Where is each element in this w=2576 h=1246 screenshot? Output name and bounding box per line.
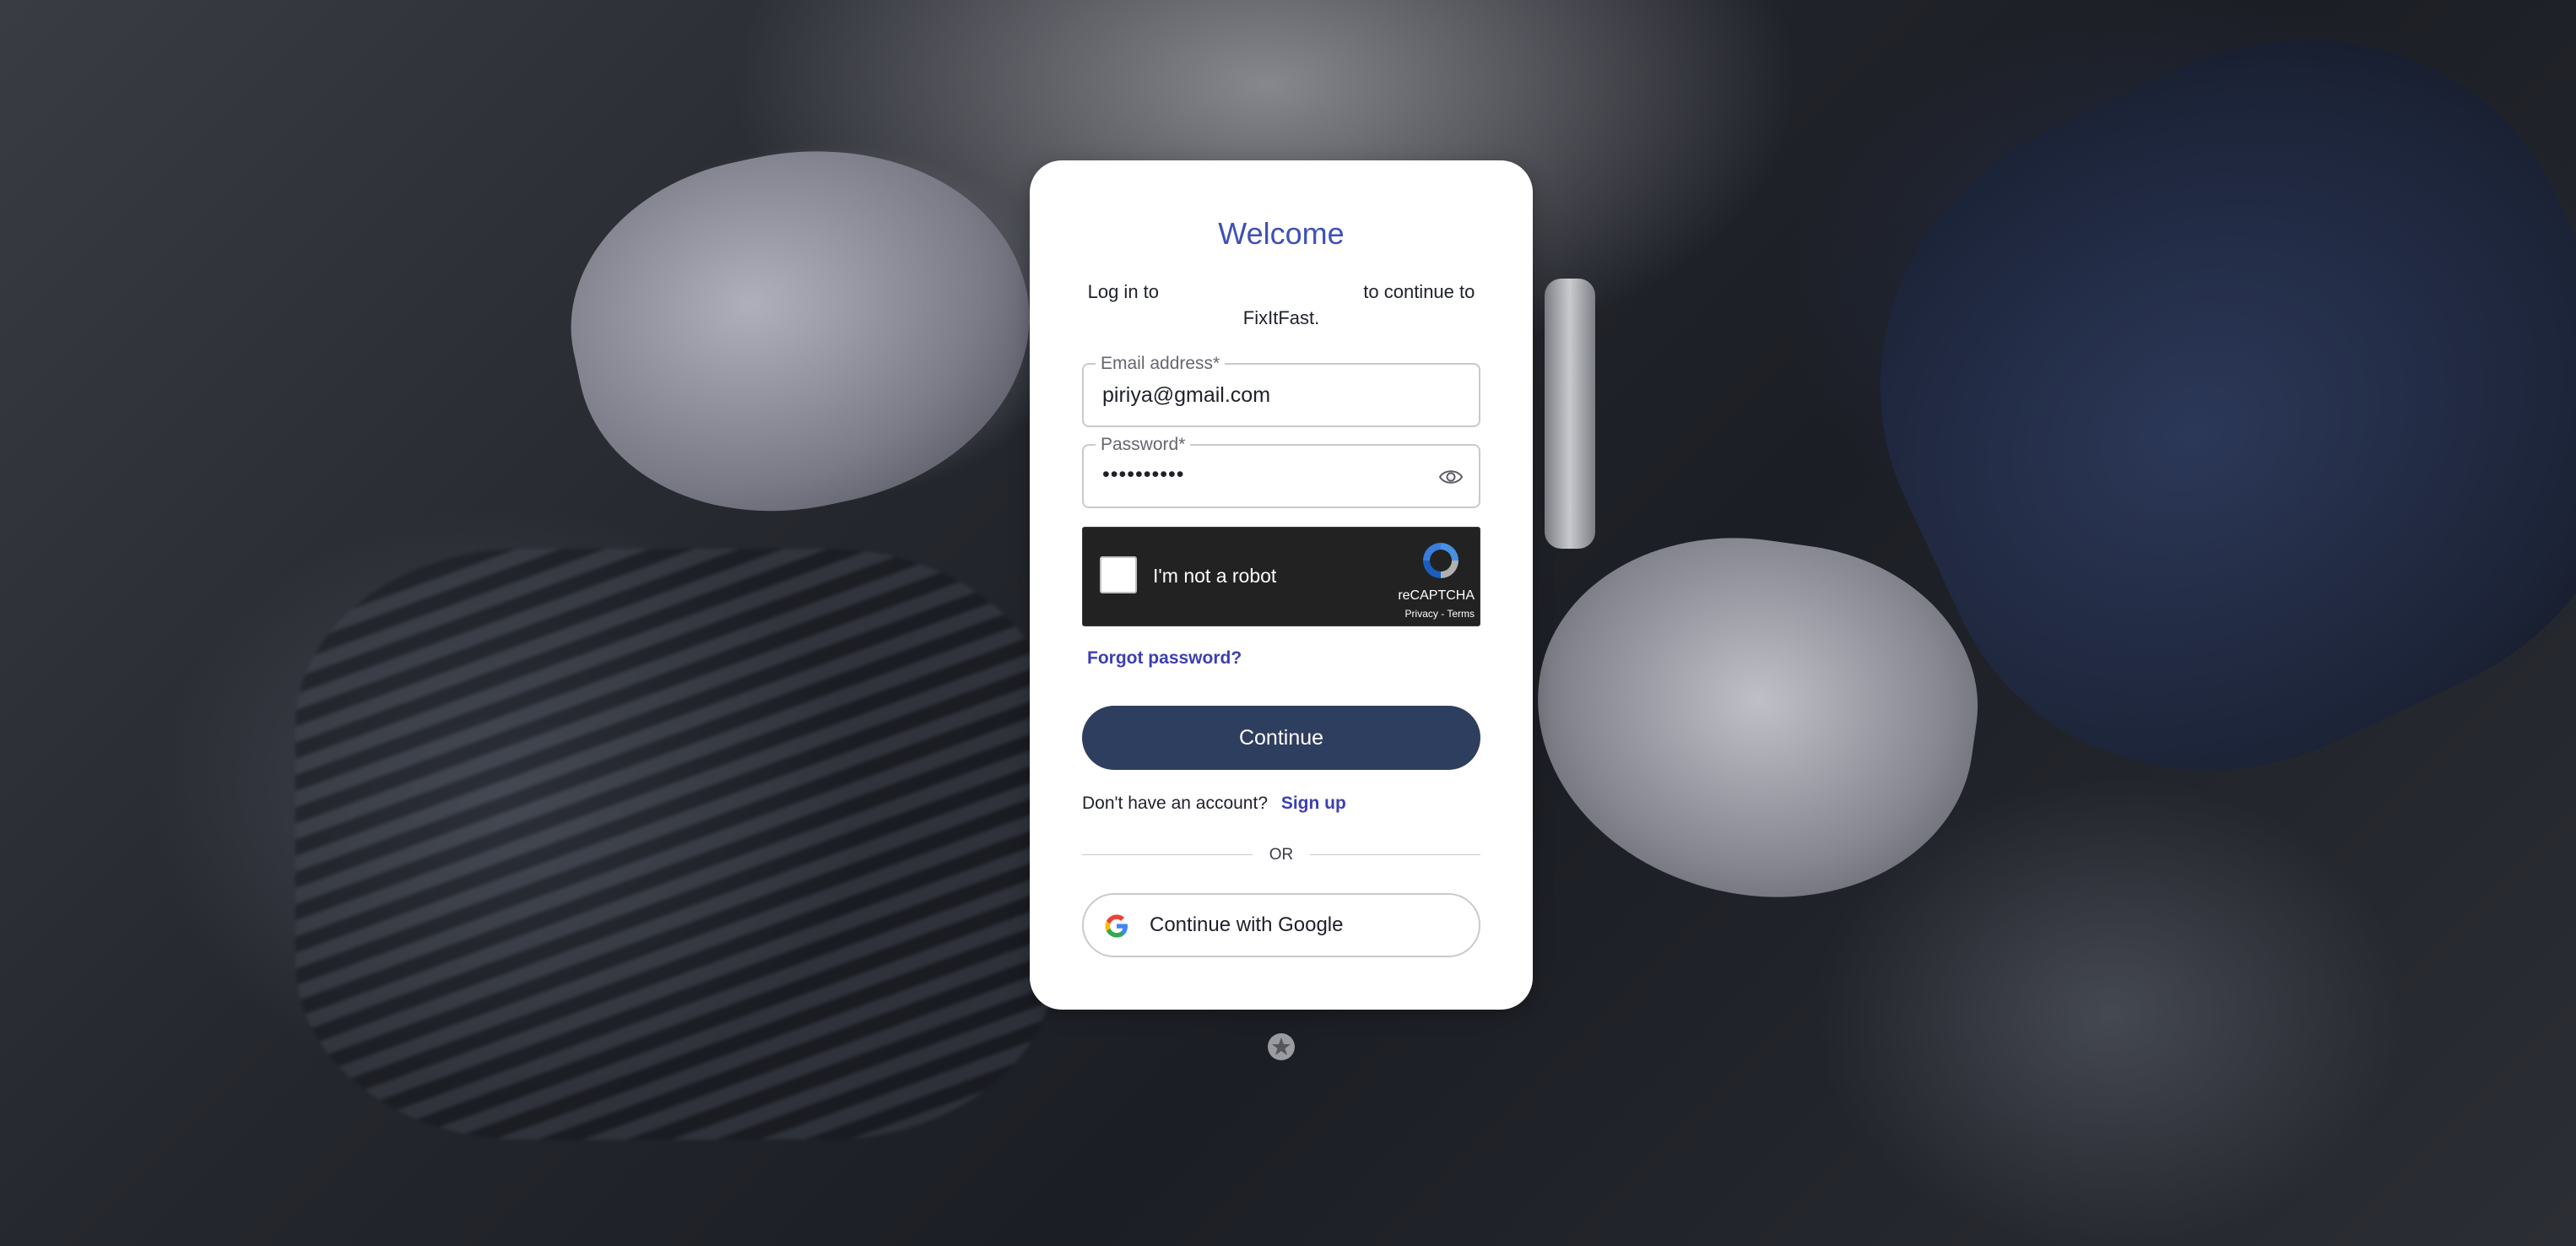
or-divider: OR bbox=[1082, 846, 1480, 864]
password-field[interactable]: Password* •••••••••• bbox=[1082, 435, 1480, 508]
forgot-password-link[interactable]: Forgot password? bbox=[1087, 648, 1242, 669]
google-icon bbox=[1105, 914, 1128, 938]
password-label: Password* bbox=[1096, 435, 1191, 455]
recaptcha-brand: reCAPTCHA bbox=[1398, 588, 1475, 603]
recaptcha-checkbox[interactable] bbox=[1100, 556, 1137, 593]
subtitle-suffix: to continue to FixItFast. bbox=[1242, 281, 1475, 328]
login-subtitle: Log in to to continue to FixItFast. bbox=[1080, 279, 1482, 331]
google-button-label: Continue with Google bbox=[1150, 913, 1344, 936]
recaptcha-widget: I'm not a robot reCAPTCHA Privacy - Term… bbox=[1082, 527, 1480, 626]
continue-button[interactable]: Continue bbox=[1082, 706, 1480, 770]
subtitle-prefix: Log in to bbox=[1087, 281, 1160, 302]
login-card: Welcome Log in to to continue to FixItFa… bbox=[1030, 160, 1533, 1010]
background-wrench bbox=[1545, 279, 1595, 549]
background-glove-left bbox=[542, 108, 1062, 550]
recaptcha-label: I'm not a robot bbox=[1153, 565, 1277, 587]
google-signin-button[interactable]: Continue with Google bbox=[1082, 893, 1480, 957]
email-label: Email address* bbox=[1096, 354, 1226, 374]
divider-text: OR bbox=[1269, 846, 1294, 864]
password-input[interactable]: •••••••••• bbox=[1102, 463, 1423, 487]
email-input[interactable] bbox=[1102, 383, 1423, 408]
background-glove-right bbox=[1513, 511, 1998, 924]
background-engine bbox=[295, 549, 1055, 1140]
eye-icon[interactable] bbox=[1438, 466, 1464, 488]
signup-prompt: Don't have an account? bbox=[1082, 794, 1268, 813]
recaptcha-links[interactable]: Privacy - Terms bbox=[1405, 608, 1475, 620]
page-title: Welcome bbox=[1218, 216, 1345, 251]
email-field[interactable]: Email address* bbox=[1082, 354, 1480, 427]
recaptcha-icon bbox=[1423, 543, 1458, 578]
divider-line-right bbox=[1310, 854, 1480, 855]
signup-link[interactable]: Sign up bbox=[1281, 794, 1346, 813]
star-badge-icon bbox=[1268, 1033, 1295, 1060]
signup-row: Don't have an account? Sign up bbox=[1082, 794, 1346, 814]
